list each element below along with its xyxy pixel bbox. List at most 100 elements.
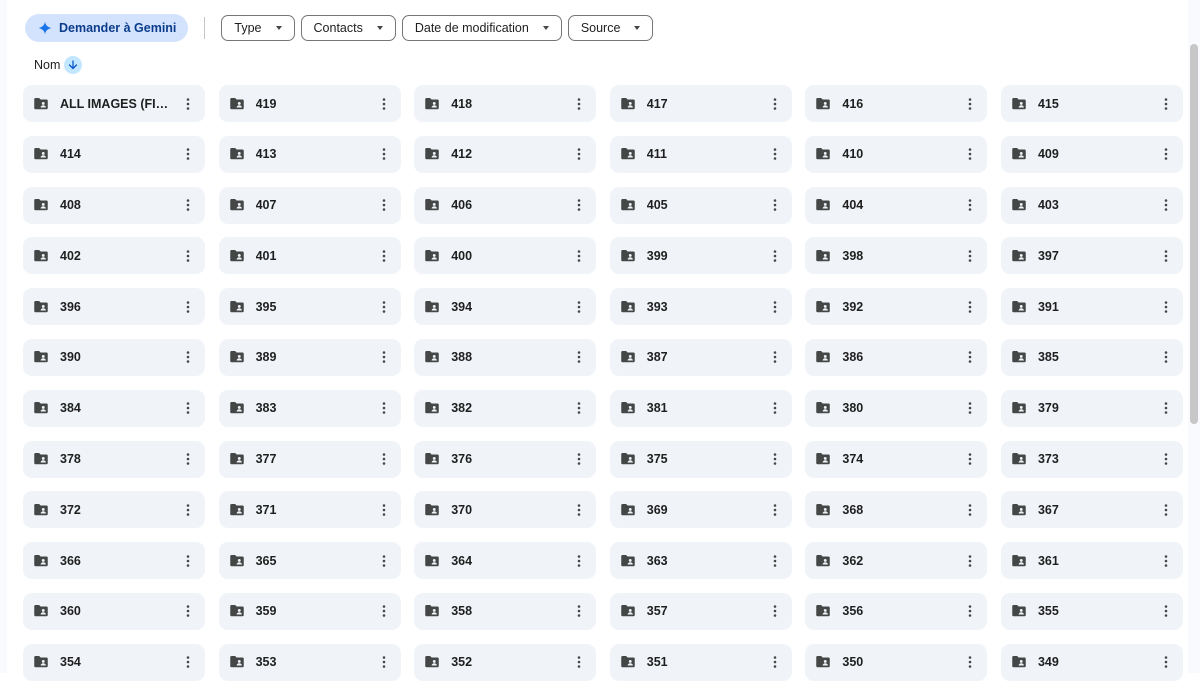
more-options-icon[interactable] xyxy=(764,296,786,318)
folder-item[interactable]: 400 xyxy=(414,237,597,275)
folder-item[interactable]: 377 xyxy=(218,440,401,478)
more-options-icon[interactable] xyxy=(959,550,981,572)
more-options-icon[interactable] xyxy=(959,397,981,419)
more-options-icon[interactable] xyxy=(373,499,395,521)
folder-item[interactable]: 416 xyxy=(805,85,988,122)
folder-item[interactable]: 394 xyxy=(414,288,597,326)
more-options-icon[interactable] xyxy=(373,93,395,115)
more-options-icon[interactable] xyxy=(764,600,786,622)
scrollbar[interactable] xyxy=(1188,0,1200,673)
more-options-icon[interactable] xyxy=(568,93,590,115)
folder-item[interactable]: 392 xyxy=(805,288,988,326)
more-options-icon[interactable] xyxy=(177,194,199,216)
more-options-icon[interactable] xyxy=(373,448,395,470)
more-options-icon[interactable] xyxy=(568,346,590,368)
more-options-icon[interactable] xyxy=(959,143,981,165)
folder-item[interactable]: 370 xyxy=(414,491,597,529)
more-options-icon[interactable] xyxy=(959,448,981,470)
more-options-icon[interactable] xyxy=(373,397,395,419)
folder-item[interactable]: 399 xyxy=(609,237,792,275)
folder-item[interactable]: 417 xyxy=(609,85,792,122)
folder-item[interactable]: 376 xyxy=(414,440,597,478)
more-options-icon[interactable] xyxy=(568,448,590,470)
more-options-icon[interactable] xyxy=(1155,93,1177,115)
folder-item[interactable]: 419 xyxy=(218,85,401,122)
more-options-icon[interactable] xyxy=(373,245,395,267)
more-options-icon[interactable] xyxy=(959,296,981,318)
more-options-icon[interactable] xyxy=(1155,651,1177,673)
folder-item[interactable]: 397 xyxy=(1000,237,1183,275)
folder-item[interactable]: 395 xyxy=(218,288,401,326)
folder-item[interactable]: 362 xyxy=(805,542,988,580)
more-options-icon[interactable] xyxy=(177,448,199,470)
more-options-icon[interactable] xyxy=(177,143,199,165)
more-options-icon[interactable] xyxy=(764,93,786,115)
more-options-icon[interactable] xyxy=(373,296,395,318)
folder-item[interactable]: 378 xyxy=(23,440,205,478)
more-options-icon[interactable] xyxy=(373,550,395,572)
more-options-icon[interactable] xyxy=(568,397,590,419)
folder-item[interactable]: 355 xyxy=(1000,592,1183,630)
folder-item[interactable]: 398 xyxy=(805,237,988,275)
folder-item[interactable]: 405 xyxy=(609,186,792,224)
more-options-icon[interactable] xyxy=(373,143,395,165)
folder-item[interactable]: 375 xyxy=(609,440,792,478)
folder-item[interactable]: 352 xyxy=(414,643,597,681)
folder-item[interactable]: 387 xyxy=(609,338,792,376)
folder-item[interactable]: 365 xyxy=(218,542,401,580)
more-options-icon[interactable] xyxy=(764,651,786,673)
more-options-icon[interactable] xyxy=(959,346,981,368)
folder-item[interactable]: 351 xyxy=(609,643,792,681)
more-options-icon[interactable] xyxy=(1155,499,1177,521)
folder-item[interactable]: 359 xyxy=(218,592,401,630)
more-options-icon[interactable] xyxy=(568,600,590,622)
scrollbar-thumb[interactable] xyxy=(1190,44,1198,424)
folder-item[interactable]: 353 xyxy=(218,643,401,681)
folder-item[interactable]: 403 xyxy=(1000,186,1183,224)
folder-item[interactable]: 367 xyxy=(1000,491,1183,529)
folder-item[interactable]: 363 xyxy=(609,542,792,580)
folder-item[interactable]: 402 xyxy=(23,237,205,275)
folder-item[interactable]: 396 xyxy=(23,288,205,326)
filter-type-chip[interactable]: Type xyxy=(221,15,295,41)
more-options-icon[interactable] xyxy=(1155,296,1177,318)
more-options-icon[interactable] xyxy=(568,296,590,318)
more-options-icon[interactable] xyxy=(764,397,786,419)
folder-item[interactable]: 408 xyxy=(23,186,205,224)
more-options-icon[interactable] xyxy=(764,346,786,368)
more-options-icon[interactable] xyxy=(373,346,395,368)
more-options-icon[interactable] xyxy=(1155,397,1177,419)
more-options-icon[interactable] xyxy=(1155,448,1177,470)
more-options-icon[interactable] xyxy=(177,296,199,318)
more-options-icon[interactable] xyxy=(959,245,981,267)
folder-item[interactable]: 360 xyxy=(23,592,205,630)
folder-item[interactable]: 404 xyxy=(805,186,988,224)
more-options-icon[interactable] xyxy=(177,600,199,622)
folder-item[interactable]: 390 xyxy=(23,338,205,376)
folder-item[interactable]: 407 xyxy=(218,186,401,224)
filter-modified-date-chip[interactable]: Date de modification xyxy=(401,15,562,41)
folder-item[interactable]: 366 xyxy=(23,542,205,580)
more-options-icon[interactable] xyxy=(1155,143,1177,165)
more-options-icon[interactable] xyxy=(568,499,590,521)
more-options-icon[interactable] xyxy=(1155,550,1177,572)
folder-item[interactable]: 389 xyxy=(218,338,401,376)
folder-item[interactable]: 381 xyxy=(609,389,792,427)
more-options-icon[interactable] xyxy=(177,499,199,521)
folder-item[interactable]: 409 xyxy=(1000,135,1183,173)
more-options-icon[interactable] xyxy=(177,346,199,368)
folder-item[interactable]: 418 xyxy=(414,85,597,122)
folder-item[interactable]: 361 xyxy=(1000,542,1183,580)
folder-item[interactable]: 384 xyxy=(23,389,205,427)
folder-item[interactable]: 406 xyxy=(414,186,597,224)
more-options-icon[interactable] xyxy=(568,651,590,673)
folder-item[interactable]: 379 xyxy=(1000,389,1183,427)
folder-item[interactable]: 357 xyxy=(609,592,792,630)
more-options-icon[interactable] xyxy=(373,600,395,622)
folder-item[interactable]: 410 xyxy=(805,135,988,173)
more-options-icon[interactable] xyxy=(1155,600,1177,622)
ask-gemini-button[interactable]: Demander à Gemini xyxy=(25,14,189,42)
more-options-icon[interactable] xyxy=(1155,245,1177,267)
folder-item[interactable]: 349 xyxy=(1000,643,1183,681)
folder-item[interactable]: 382 xyxy=(414,389,597,427)
